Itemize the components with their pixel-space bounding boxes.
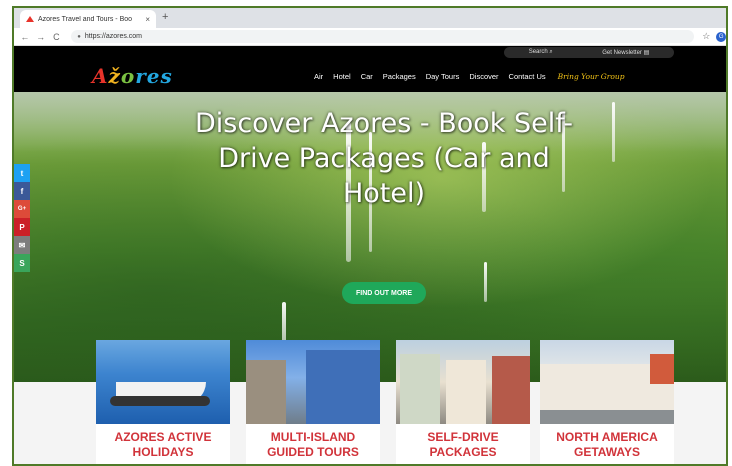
back-button[interactable]: ← — [20, 32, 30, 42]
favicon-icon — [26, 15, 34, 23]
email-icon[interactable]: ✉ — [14, 236, 30, 254]
card-title: AZORES ACTIVE HOLIDAYS — [114, 430, 212, 459]
site-logo[interactable]: Ažores — [92, 64, 173, 88]
feature-cards: AZORES ACTIVE HOLIDAYS MULTI-ISLAND GUID… — [14, 340, 726, 464]
address-bar-row: ← → C ● https://azores.com ☆ G — [14, 28, 726, 46]
newsletter-link[interactable]: Get Newsletter ▤ — [602, 49, 649, 56]
card-title: MULTI-ISLAND GUIDED TOURS — [267, 430, 359, 459]
nav-discover[interactable]: Discover — [469, 72, 498, 81]
new-tab-button[interactable]: + — [162, 11, 168, 23]
facebook-icon[interactable]: f — [14, 182, 30, 200]
card-north-america[interactable]: NORTH AMERICA GETAWAYS — [540, 340, 674, 464]
nav-air[interactable]: Air — [314, 72, 323, 81]
waterfall — [484, 262, 487, 302]
hero-banner: Discover Azores - Book Self-Drive Packag… — [14, 92, 726, 382]
nav-day-tours[interactable]: Day Tours — [426, 72, 460, 81]
url-text: https://azores.com — [84, 33, 143, 40]
house-shape — [492, 356, 530, 424]
plaza-shape — [540, 410, 674, 424]
share-icon[interactable]: S — [14, 254, 30, 272]
building-shape — [650, 354, 674, 384]
website: Search ⌕ Get Newsletter ▤ Ažores Air Hot… — [14, 46, 726, 464]
waterfall — [612, 102, 615, 162]
card-image — [396, 340, 530, 424]
card-image — [246, 340, 380, 424]
logo-part: o — [120, 64, 136, 88]
pinterest-icon[interactable]: P — [14, 218, 30, 236]
profile-avatar[interactable]: G — [716, 31, 726, 42]
nav-hotel[interactable]: Hotel — [333, 72, 351, 81]
screenshot-frame: Azores Travel and Tours - Boo × + ← → C … — [0, 0, 732, 466]
url-input[interactable]: ● https://azores.com — [71, 30, 695, 43]
card-image — [96, 340, 230, 424]
site-header: Ažores Air Hotel Car Packages Day Tours … — [14, 58, 726, 92]
lock-icon: ● — [77, 33, 81, 40]
logo-part: A — [92, 64, 109, 88]
nav-contact-us[interactable]: Contact Us — [509, 72, 546, 81]
main-nav: Air Hotel Car Packages Day Tours Discove… — [314, 72, 625, 81]
nav-bring-your-group[interactable]: Bring Your Group — [558, 72, 625, 81]
building-shape — [246, 360, 286, 424]
boat-tube-shape — [110, 396, 210, 406]
twitter-icon[interactable]: t — [14, 164, 30, 182]
logo-part: ž — [108, 64, 121, 88]
card-self-drive[interactable]: SELF-DRIVE PACKAGES — [396, 340, 530, 464]
reload-button[interactable]: C — [51, 32, 61, 42]
topbar-actions: Search ⌕ Get Newsletter ▤ — [504, 47, 674, 58]
hero-title: Discover Azores - Book Self-Drive Packag… — [194, 108, 574, 209]
forward-button[interactable]: → — [36, 32, 46, 42]
tab-strip: Azores Travel and Tours - Boo × + — [14, 8, 726, 28]
browser-window: Azores Travel and Tours - Boo × + ← → C … — [12, 6, 728, 466]
building-shape — [306, 350, 380, 424]
site-topbar: Search ⌕ Get Newsletter ▤ — [14, 46, 726, 58]
googleplus-icon[interactable]: G+ — [14, 200, 30, 218]
search-icon: ⌕ — [549, 49, 553, 55]
bookmark-star-icon[interactable]: ☆ — [702, 31, 710, 42]
card-active-holidays[interactable]: AZORES ACTIVE HOLIDAYS — [96, 340, 230, 464]
search-link[interactable]: Search ⌕ — [529, 49, 553, 56]
house-shape — [446, 360, 486, 424]
nav-car[interactable]: Car — [361, 72, 373, 81]
card-image — [540, 340, 674, 424]
house-shape — [400, 354, 440, 424]
mail-icon: ▤ — [643, 50, 650, 56]
card-title: SELF-DRIVE PACKAGES — [427, 430, 499, 459]
social-share-bar: t f G+ P ✉ S — [14, 164, 30, 272]
card-guided-tours[interactable]: MULTI-ISLAND GUIDED TOURS — [246, 340, 380, 464]
tab-close-icon[interactable]: × — [145, 15, 150, 24]
tab-title: Azores Travel and Tours - Boo — [38, 15, 133, 23]
logo-part: res — [135, 64, 173, 88]
browser-tab[interactable]: Azores Travel and Tours - Boo × — [20, 10, 156, 28]
nav-packages[interactable]: Packages — [383, 72, 416, 81]
find-out-more-button[interactable]: FIND OUT MORE — [342, 282, 426, 304]
card-title: NORTH AMERICA GETAWAYS — [556, 430, 658, 459]
